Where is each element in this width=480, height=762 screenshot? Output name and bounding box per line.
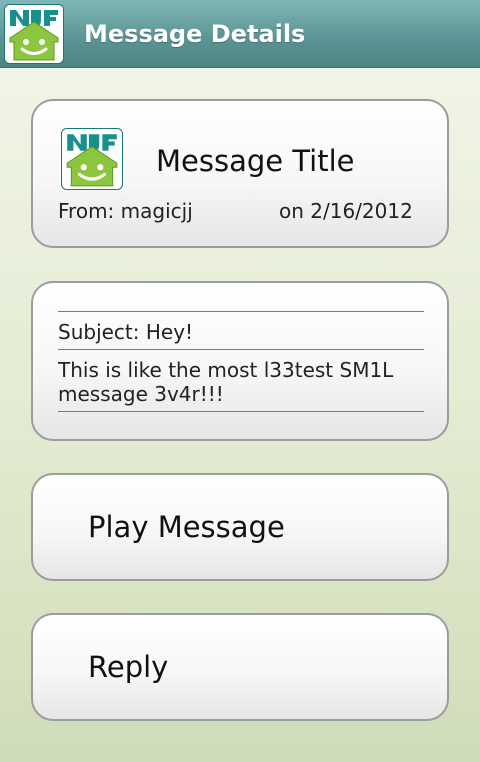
- message-subject: Subject: Hey!: [58, 320, 194, 344]
- divider: [58, 349, 424, 350]
- reply-label: Reply: [88, 650, 169, 684]
- message-body-text: This is like the most l33test SM1L messa…: [58, 358, 394, 406]
- message-sender: From: magicjj: [58, 199, 193, 223]
- play-message-label: Play Message: [88, 510, 285, 544]
- sender-avatar-icon: [61, 128, 123, 190]
- title-bar: Message Details: [0, 0, 480, 68]
- message-body-card: Subject: Hey! This is like the most l33t…: [31, 281, 449, 441]
- play-message-button[interactable]: Play Message: [31, 473, 449, 581]
- page-title: Message Details: [84, 20, 306, 48]
- message-title: Message Title: [156, 144, 355, 178]
- reply-button[interactable]: Reply: [31, 613, 449, 721]
- divider: [58, 311, 424, 312]
- nuf-logo-icon: [4, 4, 64, 64]
- message-header-card: Message Title From: magicjj on 2/16/2012: [31, 99, 449, 248]
- divider: [58, 411, 424, 412]
- message-date: on 2/16/2012: [279, 199, 413, 223]
